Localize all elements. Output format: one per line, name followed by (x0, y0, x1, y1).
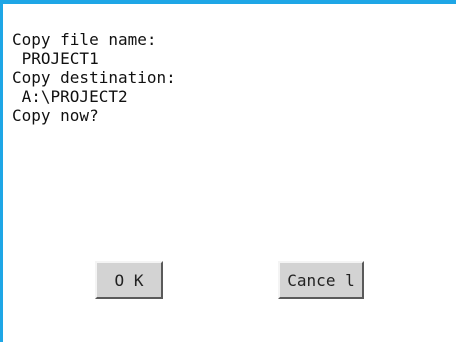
copy-destination-value: A:\PROJECT2 (12, 87, 128, 106)
copy-destination-label: Copy destination: (12, 68, 176, 87)
cancel-button[interactable]: Cance l (278, 261, 364, 299)
copy-now-prompt: Copy now? (12, 106, 99, 125)
copy-file-name-value: PROJECT1 (12, 49, 99, 68)
ok-button[interactable]: O K (95, 261, 163, 299)
window-left-border (0, 0, 3, 342)
confirmation-message: Copy file name: PROJECT1 Copy destinatio… (12, 30, 176, 125)
window-top-border (0, 0, 456, 4)
copy-file-name-label: Copy file name: (12, 30, 157, 49)
